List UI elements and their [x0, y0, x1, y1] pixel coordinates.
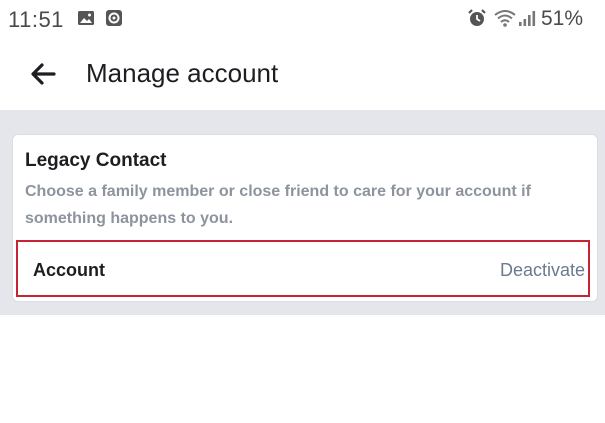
signal-icon — [519, 11, 536, 26]
app-icon — [106, 10, 122, 26]
account-label: Account — [33, 260, 105, 280]
legacy-contact-title[interactable]: Legacy Contact — [25, 150, 166, 172]
page-title: Manage account — [86, 58, 279, 88]
header: Manage account — [0, 38, 605, 110]
content-area: Legacy Contact Choose a family member or… — [0, 110, 605, 315]
legacy-contact-description: Choose a family member or close friend t… — [25, 183, 531, 227]
image-icon — [78, 11, 94, 25]
settings-card: Legacy Contact Choose a family member or… — [12, 134, 598, 302]
status-time: 11:51 — [8, 7, 64, 32]
arrow-left-icon[interactable] — [30, 61, 56, 87]
battery-percent: 51% — [541, 7, 584, 30]
account-row[interactable]: Account Deactivate — [16, 240, 590, 297]
deactivate-link[interactable]: Deactivate — [500, 260, 585, 281]
alarm-icon — [468, 9, 486, 26]
wifi-icon — [494, 10, 516, 27]
status-bar: 11:51 51% — [0, 0, 605, 38]
